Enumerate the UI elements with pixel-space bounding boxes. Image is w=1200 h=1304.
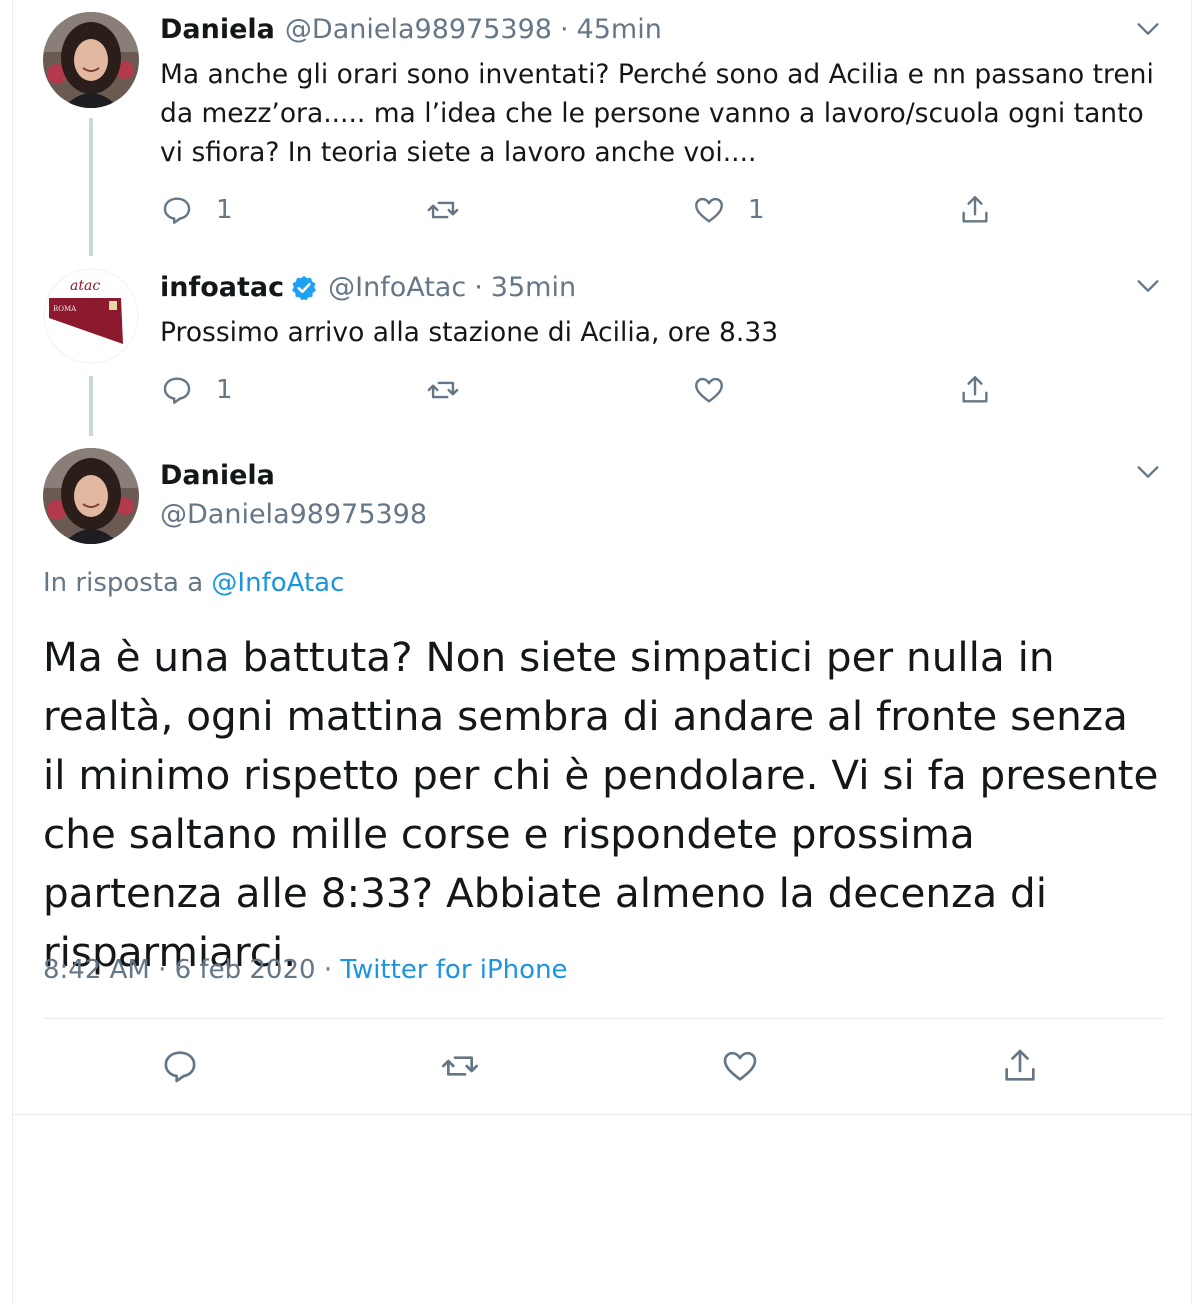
share-icon bbox=[962, 196, 988, 223]
chevron-down-icon[interactable] bbox=[1134, 15, 1162, 43]
tweet-time[interactable]: 45min bbox=[577, 14, 662, 45]
tweet-header: Daniela @Daniela98975398 · 45min bbox=[160, 14, 662, 45]
reply-count: 1 bbox=[216, 375, 233, 405]
author-handle[interactable]: @InfoAtac bbox=[328, 272, 466, 303]
reply-icon bbox=[163, 197, 191, 224]
reply-count: 1 bbox=[216, 195, 233, 225]
retweet-button[interactable] bbox=[426, 370, 460, 410]
avatar-daniela[interactable] bbox=[43, 448, 139, 544]
author-handle[interactable]: @Daniela98975398 bbox=[160, 499, 427, 530]
share-icon bbox=[962, 376, 988, 403]
avatar-infoatac[interactable]: atac ROMA bbox=[43, 268, 139, 364]
reply-button[interactable]: 1 bbox=[160, 190, 233, 230]
thread-line bbox=[89, 376, 93, 436]
retweet-button[interactable] bbox=[426, 190, 460, 230]
heart-icon bbox=[695, 197, 723, 223]
reply-icon bbox=[164, 1051, 196, 1083]
tweet-time[interactable]: 35min bbox=[491, 272, 576, 303]
share-button[interactable] bbox=[958, 370, 992, 410]
tweet-header: infoatac @InfoAtac · 35min bbox=[160, 272, 576, 303]
like-button[interactable] bbox=[720, 1046, 760, 1086]
retweet-icon bbox=[427, 201, 459, 219]
author-handle[interactable]: @Daniela98975398 bbox=[285, 14, 552, 45]
author-name[interactable]: Daniela bbox=[160, 14, 275, 45]
tweet-actions: 1 1 bbox=[160, 190, 1000, 230]
in-reply-to: In risposta a @InfoAtac bbox=[43, 568, 344, 598]
tweet-timestamp: 8:42 AM · 6 feb 2020 · Twitter for iPhon… bbox=[43, 955, 568, 985]
thread-line bbox=[89, 118, 93, 256]
share-button[interactable] bbox=[958, 190, 992, 230]
tweet-actions: 1 bbox=[160, 370, 1000, 410]
verified-badge-icon bbox=[292, 275, 317, 300]
tweet-text: Ma anche gli orari sono inventati? Perch… bbox=[160, 59, 1154, 168]
reply-button[interactable]: 1 bbox=[160, 370, 233, 410]
author-name[interactable]: infoatac bbox=[160, 272, 284, 303]
share-button[interactable] bbox=[1000, 1046, 1040, 1086]
author-name[interactable]: Daniela bbox=[160, 460, 275, 491]
reply-button[interactable] bbox=[160, 1046, 200, 1086]
like-button[interactable]: 1 bbox=[692, 190, 765, 230]
retweet-icon bbox=[442, 1056, 478, 1076]
time-separator: · bbox=[559, 14, 569, 45]
chevron-down-icon[interactable] bbox=[1134, 458, 1162, 486]
time-separator: · bbox=[474, 272, 483, 303]
divider bbox=[43, 1018, 1163, 1019]
tweet-source[interactable]: Twitter for iPhone bbox=[340, 955, 567, 985]
like-button[interactable] bbox=[692, 370, 726, 410]
retweet-icon bbox=[427, 381, 459, 399]
timestamp-date[interactable]: 8:42 AM · 6 feb 2020 · bbox=[43, 955, 332, 985]
heart-icon bbox=[695, 377, 723, 403]
heart-icon bbox=[723, 1051, 757, 1081]
main-tweet-actions bbox=[160, 1046, 1040, 1086]
logo-text: atac bbox=[70, 278, 100, 294]
avatar-daniela[interactable] bbox=[43, 12, 139, 108]
like-count: 1 bbox=[748, 195, 765, 225]
share-icon bbox=[1005, 1049, 1035, 1081]
in-reply-prefix: In risposta a bbox=[43, 568, 204, 598]
in-reply-mention[interactable]: @InfoAtac bbox=[211, 568, 344, 598]
divider bbox=[12, 1114, 1192, 1115]
chevron-down-icon[interactable] bbox=[1134, 272, 1162, 300]
tweet-text: Prossimo arrivo alla stazione di Acilia,… bbox=[160, 317, 779, 348]
retweet-button[interactable] bbox=[440, 1046, 480, 1086]
main-tweet-text: Ma è una battuta? Non siete simpatici pe… bbox=[43, 633, 1159, 976]
logo-band-text: ROMA bbox=[53, 305, 77, 313]
reply-icon bbox=[163, 377, 191, 404]
